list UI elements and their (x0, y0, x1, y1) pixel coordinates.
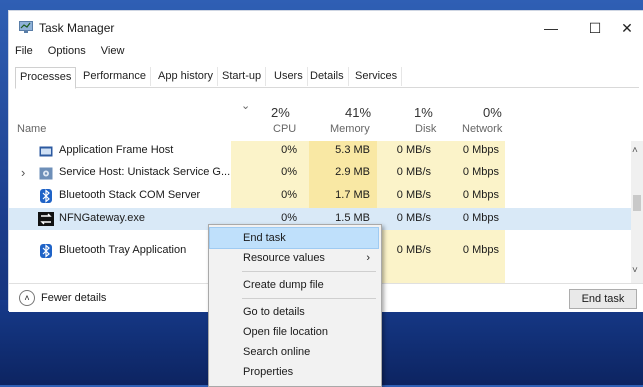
expand-chevron-icon[interactable]: › (21, 165, 25, 180)
cpu-total[interactable]: 2% (271, 105, 290, 120)
process-row[interactable]: › Service Host: Unistack Service G... 0%… (9, 162, 631, 184)
tab-performance[interactable]: Performance (79, 67, 151, 86)
menu-file[interactable]: File (15, 45, 33, 57)
submenu-arrow-icon: › (366, 252, 370, 264)
process-memory: 5.3 MB (335, 144, 370, 156)
end-task-button[interactable]: End task (569, 289, 637, 309)
process-cpu: 0% (281, 212, 297, 224)
context-menu-label: Go to details (243, 306, 305, 318)
context-menu-label: Resource values (243, 252, 325, 264)
bluetooth-icon (40, 189, 52, 203)
tab-app-history[interactable]: App history (154, 67, 219, 86)
process-network: 0 Mbps (462, 189, 499, 201)
scroll-up-icon[interactable]: ˄ (632, 145, 638, 156)
menu-separator (242, 271, 376, 272)
context-menu-label: Properties (243, 366, 294, 378)
context-menu: End task Resource values › Create dump f… (208, 224, 382, 387)
tab-details[interactable]: Details (306, 67, 349, 86)
close-button[interactable]: ✕ (607, 17, 643, 39)
tab-bar: Processes Performance App history Start-… (15, 67, 639, 89)
context-menu-label: Open file location (243, 326, 328, 338)
cpu-column-header[interactable]: CPU (273, 123, 296, 135)
process-name: Service Host: Unistack Service G... (59, 166, 231, 178)
process-memory: 1.7 MB (335, 189, 370, 201)
process-network: 0 Mbps (462, 244, 499, 256)
app-frame-icon (39, 146, 53, 157)
process-name: Bluetooth Stack COM Server (59, 189, 201, 201)
window-title: Task Manager (39, 21, 115, 35)
tab-start-up[interactable]: Start-up (218, 67, 267, 86)
process-memory: 1.5 MB (335, 212, 370, 224)
context-menu-label: End task (243, 232, 286, 244)
name-column-header[interactable]: Name (17, 123, 46, 135)
process-network: 0 Mbps (462, 144, 499, 156)
process-row[interactable]: Bluetooth Stack COM Server 0% 1.7 MB 0 M… (9, 185, 631, 207)
minimize-button[interactable]: — (531, 17, 571, 39)
process-name: NFNGateway.exe (59, 212, 145, 224)
process-name: Application Frame Host (59, 144, 174, 156)
network-column-header[interactable]: Network (462, 123, 502, 135)
fewer-details-label: Fewer details (41, 292, 107, 304)
process-name: Bluetooth Tray Application (59, 244, 187, 256)
context-menu-end-task[interactable]: End task (209, 227, 379, 249)
menu-view[interactable]: View (101, 45, 125, 57)
process-network: 0 Mbps (462, 166, 499, 178)
process-network: 0 Mbps (462, 212, 499, 224)
context-menu-properties[interactable]: Properties (210, 362, 380, 382)
process-disk: 0 MB/s (396, 144, 431, 156)
memory-total[interactable]: 41% (345, 105, 371, 120)
tab-users[interactable]: Users (270, 67, 308, 86)
scrollbar-thumb[interactable] (633, 195, 641, 211)
gateway-icon (38, 212, 54, 226)
process-disk: 0 MB/s (396, 244, 431, 256)
process-cpu: 0% (281, 166, 297, 178)
menu-bar: File Options View (9, 45, 130, 61)
process-row[interactable]: Application Frame Host 0% 5.3 MB 0 MB/s … (9, 140, 631, 162)
disk-total[interactable]: 1% (414, 105, 433, 120)
tab-services[interactable]: Services (351, 67, 403, 86)
network-total[interactable]: 0% (483, 105, 502, 120)
context-menu-label: Create dump file (243, 279, 324, 291)
column-header: Name ⌄ 2% CPU 41% Memory 1% Disk 0% Netw… (9, 99, 631, 141)
process-cpu: 0% (281, 189, 297, 201)
chevron-up-icon: ˄ (19, 290, 35, 306)
title-bar[interactable]: Task Manager — ☐ ✕ (9, 11, 643, 41)
context-menu-create-dump-file[interactable]: Create dump file (210, 275, 380, 295)
context-menu-go-to-details[interactable]: Go to details (210, 302, 380, 322)
disk-column-header[interactable]: Disk (415, 123, 436, 135)
context-menu-open-file-location[interactable]: Open file location (210, 322, 380, 342)
context-menu-resource-values[interactable]: Resource values › (210, 248, 380, 268)
task-manager-icon (19, 21, 33, 33)
tab-processes[interactable]: Processes (15, 67, 77, 89)
bluetooth-icon (40, 244, 52, 258)
vertical-scrollbar[interactable]: ˄ ˅ (631, 141, 643, 283)
memory-column-header[interactable]: Memory (330, 123, 370, 135)
fewer-details-toggle[interactable]: ˄ Fewer details (19, 290, 106, 306)
process-memory: 2.9 MB (335, 166, 370, 178)
process-disk: 0 MB/s (396, 189, 431, 201)
sort-indicator-icon: ⌄ (241, 100, 251, 112)
gear-icon (39, 167, 53, 180)
menu-separator (242, 298, 376, 299)
context-menu-search-online[interactable]: Search online (210, 342, 380, 362)
process-disk: 0 MB/s (396, 212, 431, 224)
context-menu-label: Search online (243, 346, 311, 358)
process-cpu: 0% (281, 144, 297, 156)
menu-options[interactable]: Options (48, 45, 86, 57)
scroll-down-icon[interactable]: ˅ (632, 265, 638, 276)
process-disk: 0 MB/s (396, 166, 431, 178)
